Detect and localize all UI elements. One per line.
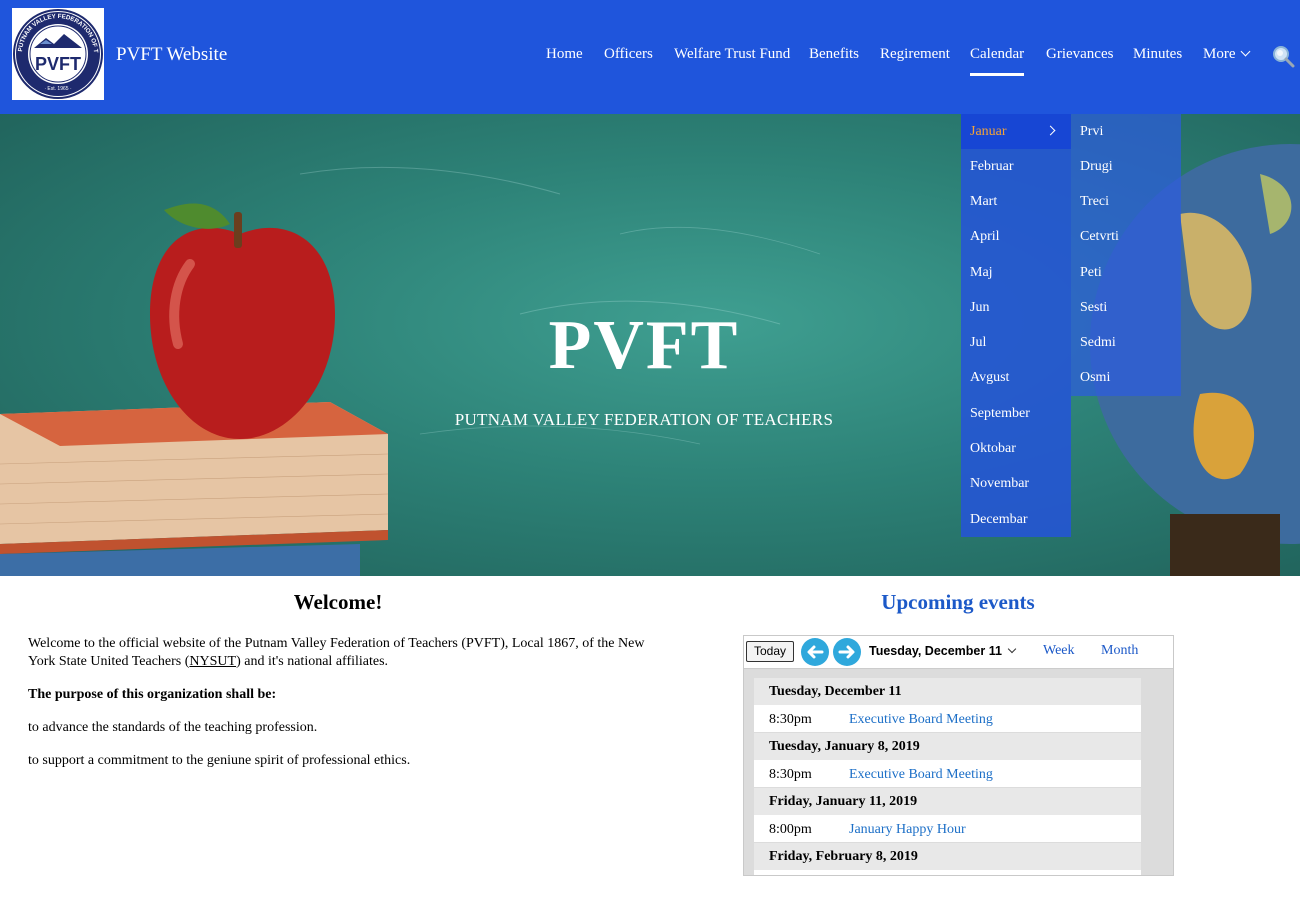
search-icon[interactable] [1271,44,1295,68]
nav-more[interactable]: More [1203,46,1250,63]
event-title-link[interactable]: January Happy Hour [849,822,966,838]
agenda-day-row: Tuesday, January 8, 2019 [754,733,1141,760]
intro-text-after: ) and it's national affiliates. [236,654,389,669]
nav-calendar[interactable]: Calendar [970,46,1025,76]
arrow-right-icon [838,645,855,659]
agenda-event-row: 8:30pm Executive Board Meeting [754,705,1141,732]
month-april[interactable]: April [961,219,1071,254]
month-label: Decembar [970,512,1028,527]
purpose-heading: The purpose of this organization shall b… [28,687,277,702]
purpose-item-1: to advance the standards of the teaching… [28,720,318,735]
today-button[interactable]: Today [746,641,794,662]
upcoming-events-heading: Upcoming events [881,590,1035,614]
arrow-left-icon [807,645,824,659]
submenu-peti[interactable]: Peti [1071,255,1181,290]
submenu-label: Treci [1080,194,1110,209]
month-label: Oktobar [970,441,1016,456]
purpose-item-2: to support a commitment to the geniune s… [28,753,411,768]
nav-regirement[interactable]: Regirement [880,46,950,63]
month-label: Januar [970,124,1007,139]
submenu-sedmi[interactable]: Sedmi [1071,325,1181,360]
month-februar[interactable]: Februar [961,149,1071,184]
month-januar[interactable]: Januar [961,114,1071,149]
month-oktobar[interactable]: Oktobar [961,431,1071,466]
week-view-link[interactable]: Week [1043,643,1075,659]
submenu-prvi[interactable]: Prvi [1071,114,1181,149]
month-label: Avgust [970,370,1010,385]
submenu-label: Drugi [1080,159,1113,174]
agenda-event-row [754,870,1141,875]
month-novembar[interactable]: Novembar [961,466,1071,501]
nav-minutes[interactable]: Minutes [1133,46,1182,63]
month-view-link[interactable]: Month [1101,643,1138,659]
submenu-drugi[interactable]: Drugi [1071,149,1181,184]
svg-text:· Est. 1965 ·: · Est. 1965 · [44,86,72,92]
agenda-day-row: Friday, January 11, 2019 [754,788,1141,815]
event-time: 8:00pm [769,822,812,837]
month-maj[interactable]: Maj [961,255,1071,290]
date-picker[interactable]: Tuesday, December 11 [869,644,1017,658]
nav-benefits[interactable]: Benefits [809,46,859,63]
calendar-submenu: Prvi Drugi Treci Cetvrti Peti Sesti Sedm… [1071,114,1181,396]
next-button[interactable] [833,638,861,666]
day-label: Tuesday, December 11 [769,684,902,699]
month-label: Februar [970,159,1014,174]
calendar-toolbar: Today Tuesday, December 11 Week Month [744,636,1173,669]
submenu-treci[interactable]: Treci [1071,184,1181,219]
day-label: Friday, January 11, 2019 [769,794,918,809]
month-jun[interactable]: Jun [961,290,1071,325]
prev-button[interactable] [801,638,829,666]
calendar-dropdown: Januar Februar Mart April Maj Jun Jul Av… [961,114,1071,537]
nav-grievances[interactable]: Grievances [1046,46,1113,63]
submenu-label: Prvi [1080,124,1104,139]
month-label: September [970,406,1030,421]
agenda-event-row: 8:30pm Executive Board Meeting [754,760,1141,787]
month-mart[interactable]: Mart [961,184,1071,219]
submenu-label: Peti [1080,265,1102,280]
submenu-cetvrti[interactable]: Cetvrti [1071,219,1181,254]
chevron-down-icon [1240,46,1250,57]
nav-home[interactable]: Home [546,46,583,63]
agenda-day-row: Friday, February 8, 2019 [754,843,1141,870]
month-jul[interactable]: Jul [961,325,1071,360]
chevron-right-icon [1045,125,1056,136]
chevron-down-icon [1007,644,1017,654]
nysut-link[interactable]: NYSUT [189,654,236,669]
nav-welfare-trust-fund[interactable]: Welfare Trust Fund [674,46,790,63]
agenda-event-row: 8:00pm January Happy Hour [754,815,1141,842]
submenu-osmi[interactable]: Osmi [1071,360,1181,395]
agenda-day-row: Tuesday, December 11 [754,678,1141,705]
month-avgust[interactable]: Avgust [961,360,1071,395]
month-label: April [970,229,1000,244]
current-date-label: Tuesday, December 11 [869,644,1002,658]
event-time: 8:30pm [769,767,812,782]
month-label: Jul [970,335,987,350]
day-label: Friday, February 8, 2019 [769,849,918,864]
submenu-label: Sedmi [1080,335,1116,350]
welcome-heading: Welcome! [293,590,383,614]
submenu-label: Osmi [1080,370,1111,385]
nav-officers[interactable]: Officers [604,46,653,63]
month-label: Jun [970,300,990,315]
nav-more-label: More [1203,46,1236,62]
day-label: Tuesday, January 8, 2019 [769,739,920,754]
month-decembar[interactable]: Decembar [961,502,1071,537]
submenu-label: Sesti [1080,300,1108,315]
main-nav: Home Officers Welfare Trust Fund Benefit… [0,46,1300,86]
welcome-intro: Welcome to the official website of the P… [28,635,668,671]
month-label: Mart [970,194,998,209]
site-header: PVFT · Est. 1965 · PUTNAM VALLEY FEDERAT… [0,0,1300,114]
events-calendar: Today Tuesday, December 11 Week Month Tu… [743,635,1174,876]
month-label: Novembar [970,476,1030,491]
hero-subtitle: PUTNAM VALLEY FEDERATION OF TEACHERS [454,410,834,429]
month-september[interactable]: September [961,396,1071,431]
event-time: 8:30pm [769,712,812,727]
event-title-link[interactable]: Executive Board Meeting [849,712,993,728]
submenu-sesti[interactable]: Sesti [1071,290,1181,325]
event-title-link[interactable]: Executive Board Meeting [849,767,993,783]
submenu-label: Cetvrti [1080,229,1119,244]
month-label: Maj [970,265,993,280]
